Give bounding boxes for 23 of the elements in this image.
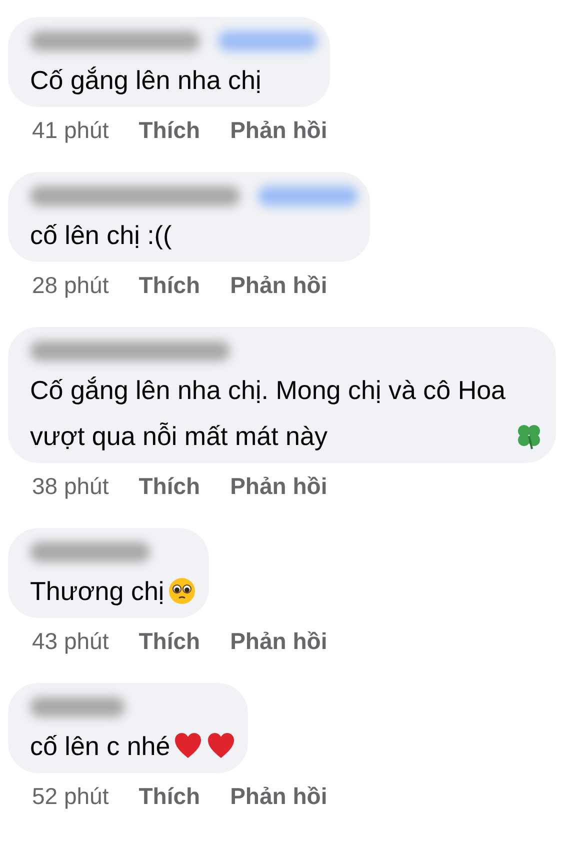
comment-time: 38 phút (32, 472, 109, 500)
comment-text: Thương chị (30, 575, 164, 608)
like-link[interactable]: Thích (138, 272, 200, 298)
like-link[interactable]: Thích (138, 116, 200, 144)
like-link[interactable]: Thích (138, 628, 200, 654)
reply-link[interactable]: Phản hồi (230, 272, 328, 298)
comment-time: 41 phút (32, 116, 109, 144)
comment-text: Cố gắng lên nha chị. Mong chị và cô Hoa vượt qua nỗi mất mát này (30, 374, 507, 453)
pleading-face-icon (167, 576, 198, 606)
like-link[interactable]: Thích (138, 472, 200, 500)
heart-icon (173, 731, 204, 761)
reply-link[interactable]: Phản hồi (230, 472, 328, 500)
comment-time: 43 phút (32, 628, 109, 654)
comment-time: 28 phút (32, 272, 109, 298)
heart-icon (206, 731, 236, 761)
reply-link[interactable]: Phản hồi (230, 628, 328, 654)
comment-text: Cố gắng lên nha chị (30, 64, 262, 97)
comment-text: cố lên chị :(( (30, 219, 172, 252)
like-link[interactable]: Thích (138, 782, 200, 810)
reply-link[interactable]: Phản hồi (230, 116, 328, 144)
reply-link[interactable]: Phản hồi (230, 782, 328, 810)
comment-text: cố lên c nhé (30, 730, 170, 763)
comment-time: 52 phút (32, 782, 109, 810)
